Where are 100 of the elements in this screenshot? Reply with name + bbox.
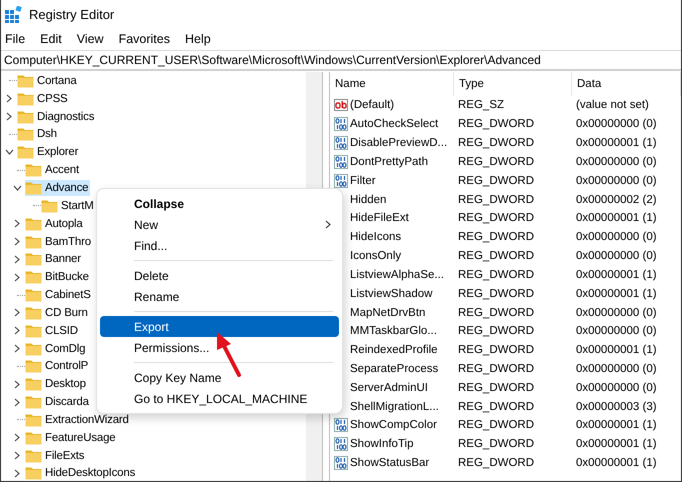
tree-item[interactable]: ControlP <box>25 358 90 374</box>
binary-value-icon <box>334 456 348 470</box>
folder-icon <box>25 377 42 392</box>
binary-value-icon <box>334 117 348 132</box>
tree-item[interactable]: BamThro <box>25 234 93 250</box>
expand-icon[interactable] <box>14 326 20 336</box>
expand-icon[interactable] <box>14 468 20 478</box>
folder-icon <box>25 359 42 374</box>
tree-item[interactable]: Cortana <box>17 72 79 89</box>
tree-item[interactable]: Explorer <box>17 144 80 160</box>
expand-icon[interactable] <box>14 451 20 460</box>
menu-item[interactable]: Export <box>100 316 339 337</box>
folder-icon <box>25 395 42 410</box>
value-data: (value not set) <box>576 99 649 112</box>
value-type: REG_DWORD <box>458 419 534 432</box>
tree-item[interactable]: CLSID <box>25 322 80 339</box>
column-header[interactable]: Name <box>330 72 454 96</box>
expand-icon[interactable] <box>14 344 20 354</box>
value-name: ShowInfoTip <box>350 438 414 450</box>
value-name: MapNetDrvBtn <box>350 306 426 319</box>
expand-icon[interactable] <box>14 237 20 246</box>
collapse-icon[interactable] <box>12 184 22 191</box>
value-type: REG_DWORD <box>458 118 534 130</box>
folder-icon <box>17 74 34 88</box>
expand-icon[interactable] <box>14 398 20 407</box>
value-name: IconsOnly <box>350 250 402 262</box>
tree-item[interactable]: StartM <box>41 198 96 214</box>
value-type: REG_DWORD <box>458 288 534 300</box>
tree-item[interactable]: Diagnostics <box>17 108 96 125</box>
expand-icon[interactable] <box>6 94 12 104</box>
value-type: REG_DWORD <box>458 250 534 262</box>
menu-item[interactable]: New <box>100 214 339 235</box>
menu-item[interactable]: Delete <box>100 265 339 286</box>
expand-icon[interactable] <box>14 219 20 228</box>
value-data: 0x00000003 (3) <box>576 400 657 413</box>
folder-icon <box>25 342 42 356</box>
value-type: REG_DWORD <box>458 344 534 356</box>
menu-item[interactable]: Help <box>182 32 217 46</box>
value-type: REG_SZ <box>458 99 504 112</box>
value-name: ServerAdminUI <box>350 382 428 394</box>
value-name: HideIcons <box>350 231 402 244</box>
column-header[interactable]: Data <box>572 72 681 96</box>
value-name: ReindexedProfile <box>350 344 438 356</box>
value-type: REG_DWORD <box>458 382 534 394</box>
tree-item[interactable]: Autopla <box>25 216 85 232</box>
tree-item[interactable]: FeatureUsage <box>25 430 118 446</box>
expand-icon[interactable] <box>14 272 20 282</box>
expand-icon[interactable] <box>6 112 12 122</box>
tree-item[interactable]: CabinetS <box>25 287 93 304</box>
address-field[interactable]: Computer\HKEY_CURRENT_USER\Software\Microsoft\Windows\CurrentVersion\Explorer\Advanced <box>1 50 681 71</box>
folder-icon <box>25 412 42 427</box>
menu-item[interactable]: File <box>2 32 32 46</box>
menu-item[interactable]: Rename <box>100 286 339 307</box>
value-type: REG_DWORD <box>458 457 534 470</box>
tree-item[interactable]: ComDlg <box>25 340 88 357</box>
tree-item[interactable]: Desktop <box>25 376 88 392</box>
value-name: ListviewAlphaSe... <box>350 268 444 281</box>
folder-icon <box>25 324 42 338</box>
value-type: REG_DWORD <box>458 268 534 281</box>
tree-item[interactable]: Dsh <box>17 126 59 142</box>
tree-item[interactable]: ExtractionWizard <box>25 412 131 428</box>
value-type: REG_DWORD <box>458 194 534 206</box>
menu-item[interactable]: Favorites <box>116 32 176 46</box>
value-data: 0x00000000 (0) <box>576 231 657 244</box>
menu-item[interactable]: View <box>74 32 110 46</box>
folder-icon <box>25 163 42 178</box>
menu-item[interactable]: Go to HKEY_LOCAL_MACHINE <box>100 388 339 409</box>
tree-item[interactable]: Discarda <box>25 394 91 410</box>
menu-item[interactable]: Edit <box>37 32 68 46</box>
folder-icon <box>25 234 42 249</box>
string-value-icon <box>334 98 348 112</box>
expand-icon[interactable] <box>14 308 20 318</box>
value-type: REG_DWORD <box>458 400 534 413</box>
value-data: 0x00000000 (0) <box>576 250 657 262</box>
expand-icon[interactable] <box>14 254 20 264</box>
folder-icon <box>25 448 42 463</box>
folder-icon <box>41 198 58 213</box>
expand-icon[interactable] <box>14 380 20 389</box>
column-header[interactable]: Type <box>454 72 572 96</box>
tree-item[interactable]: BitBucke <box>25 269 91 286</box>
menu-item[interactable]: Find... <box>100 235 339 256</box>
tree-item[interactable]: FileExts <box>25 448 86 464</box>
folder-icon <box>25 252 42 266</box>
menu-item[interactable]: Permissions... <box>100 337 339 358</box>
tree-item[interactable]: HideDesktopIcons <box>25 465 138 481</box>
collapse-icon[interactable] <box>4 149 14 156</box>
tree-item[interactable]: Accent <box>25 162 81 178</box>
menu-item[interactable]: Collapse <box>100 193 339 214</box>
window-title: Registry Editor <box>29 7 114 22</box>
expand-icon[interactable] <box>14 433 20 442</box>
folder-icon <box>17 110 34 124</box>
tree-item[interactable]: Banner <box>25 251 83 268</box>
binary-value-icon <box>334 437 348 452</box>
value-type: REG_DWORD <box>458 438 534 450</box>
tree-item[interactable]: CD Burn <box>25 304 90 321</box>
folder-icon <box>25 216 42 231</box>
tree-item[interactable]: CPSS <box>17 90 70 107</box>
value-name: ListviewShadow <box>350 288 432 300</box>
menu-item[interactable]: Copy Key Name <box>100 367 339 388</box>
tree-item[interactable]: Advance <box>25 180 90 196</box>
